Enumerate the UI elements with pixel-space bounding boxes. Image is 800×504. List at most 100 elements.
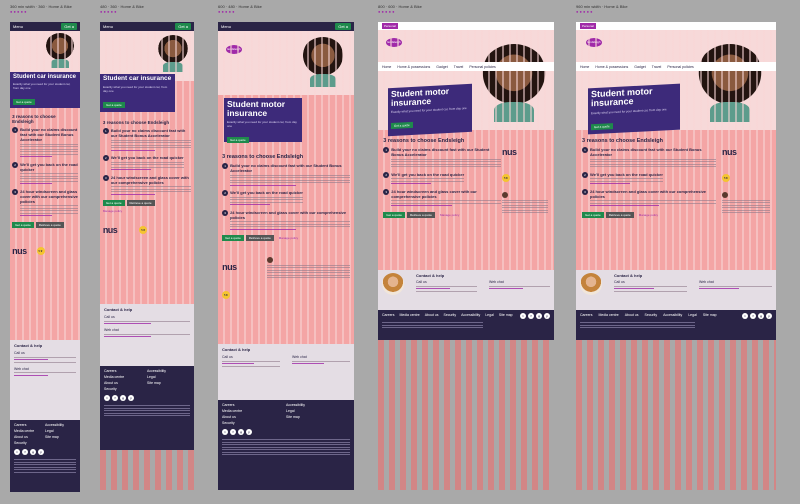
footer-link[interactable]: Site map [703,313,717,319]
endsleigh-logo[interactable]: Endsleigh [586,38,602,47]
nav-item[interactable]: Home & possessions [595,65,628,69]
facebook-icon[interactable]: f [22,449,28,455]
footer-link[interactable]: About us [14,435,45,439]
footer-link[interactable]: Media centre [598,313,618,319]
retrieve-quote-button[interactable]: Retrieve a quote [126,200,155,206]
nav-item[interactable]: Home [580,65,589,69]
get-quote-button[interactable]: Get a [61,23,77,30]
hero-cta-button[interactable]: Get a quote [591,122,613,131]
footer-link[interactable]: Site map [499,313,513,319]
footer-link[interactable]: Careers [14,423,45,427]
footer-link[interactable]: Security [222,421,286,425]
menu-button[interactable]: Menu [13,24,23,29]
get-quote-button[interactable]: Get a quote [383,211,405,218]
footer-link[interactable]: About us [222,415,286,419]
youtube-icon[interactable]: y [246,429,252,435]
youtube-icon[interactable]: y [544,313,550,319]
google-icon[interactable]: g [758,313,764,319]
get-quote-button[interactable]: Get a quote [102,200,125,206]
footer-link[interactable]: Accessibility [663,313,682,319]
get-quote-button[interactable]: Get a quote [222,235,244,241]
menu-button[interactable]: Menu [221,24,231,29]
youtube-icon[interactable]: y [766,313,772,319]
get-quote-button[interactable]: Get a [335,23,351,30]
footer-link[interactable]: Media centre [14,429,45,433]
endsleigh-logo[interactable]: Endsleigh [226,45,242,54]
youtube-icon[interactable]: y [38,449,44,455]
nav-item[interactable]: Travel [652,65,662,69]
manage-policy-link[interactable]: Manage policy [103,209,191,213]
hero-cta-button[interactable]: Get a quote [391,121,413,129]
google-icon[interactable]: g [238,429,244,435]
footer-link[interactable]: Accessibility [461,313,480,319]
youtube-icon[interactable]: y [128,395,134,401]
nav-item[interactable]: Travel [454,65,464,69]
footer-link[interactable]: About us [625,313,639,319]
footer-link[interactable]: Accessibility [147,369,190,373]
footer-link[interactable]: Site map [147,381,190,385]
facebook-icon[interactable]: f [750,313,756,319]
footer-link[interactable]: Legal [45,429,76,433]
get-quote-button[interactable]: Get a [175,23,191,30]
main-nav: Home Home & possessions Gadget Travel Pe… [378,62,554,71]
footer-link[interactable]: Accessibility [45,423,76,427]
nav-item[interactable]: Gadget [436,65,447,69]
footer-link[interactable]: Legal [485,313,494,319]
footer-link[interactable]: Security [14,441,45,445]
footer-link[interactable]: Careers [580,313,592,319]
nav-item[interactable]: Personal policies [667,65,693,69]
footer-link[interactable]: About us [104,381,147,385]
footer-link[interactable]: Security [104,387,147,391]
twitter-icon[interactable]: t [742,313,748,319]
reasons-heading: 3 reasons to choose Endsleigh [12,114,56,124]
footer-link[interactable]: Security [645,313,658,319]
facebook-icon[interactable]: f [112,395,118,401]
manage-policy-link[interactable]: Manage policy [437,212,462,218]
get-quote-button[interactable]: Get a quote [582,211,604,218]
nav-item[interactable]: Personal policies [469,65,495,69]
reasons-section: 3 reasons to choose Endsleigh 1 Build you… [12,114,78,256]
retrieve-quote-button[interactable]: Retrieve a quote [605,211,634,218]
nav-item[interactable]: Gadget [634,65,645,69]
retrieve-quote-button[interactable]: Retrieve a quote [245,235,274,241]
footer-link[interactable]: Careers [382,313,394,319]
twitter-icon[interactable]: t [14,449,20,455]
hero-cta-button[interactable]: Get a quote [13,99,35,106]
twitter-icon[interactable]: t [104,395,110,401]
footer-link[interactable]: Careers [104,369,147,373]
footer-link[interactable]: Careers [222,403,286,407]
nus-logo: nus [722,147,737,157]
manage-policy-link[interactable]: Manage policy [276,235,301,241]
google-icon[interactable]: g [120,395,126,401]
endsleigh-logo[interactable]: Endsleigh [386,38,402,47]
footer-link[interactable]: Media centre [399,313,419,319]
facebook-icon[interactable]: f [528,313,534,319]
footer-link[interactable]: About us [425,313,439,319]
facebook-icon[interactable]: f [230,429,236,435]
hero-cta-button[interactable]: Get a quote [103,101,125,108]
hero-cta-button[interactable]: Get a quote [227,136,249,143]
footer-link[interactable]: Accessibility [286,403,350,407]
retrieve-quote-button[interactable]: Retrieve a quote [406,211,435,218]
get-quote-button[interactable]: Get a quote [12,221,34,228]
footer-link[interactable]: Legal [147,375,190,379]
footer-link[interactable]: Media centre [222,409,286,413]
retrieve-quote-button[interactable]: Retrieve a quote [35,221,64,228]
twitter-icon[interactable]: t [222,429,228,435]
footer-link[interactable]: Media centre [104,375,147,379]
google-icon[interactable]: g [536,313,542,319]
manage-policy-link[interactable]: Manage policy [636,212,661,218]
nav-item[interactable]: Home & possessions [397,65,430,69]
footer-link[interactable]: Legal [286,409,350,413]
hero: Endsleigh [218,31,354,95]
nav-item[interactable]: Home [382,65,391,69]
google-icon[interactable]: g [30,449,36,455]
personal-tab[interactable]: Personal [580,23,596,29]
footer-link[interactable]: Site map [286,415,350,419]
footer-link[interactable]: Security [444,313,457,319]
twitter-icon[interactable]: t [520,313,526,319]
footer-link[interactable]: Site map [45,435,76,439]
footer-link[interactable]: Legal [688,313,697,319]
personal-tab[interactable]: Personal [382,23,398,29]
menu-button[interactable]: Menu [103,24,113,29]
